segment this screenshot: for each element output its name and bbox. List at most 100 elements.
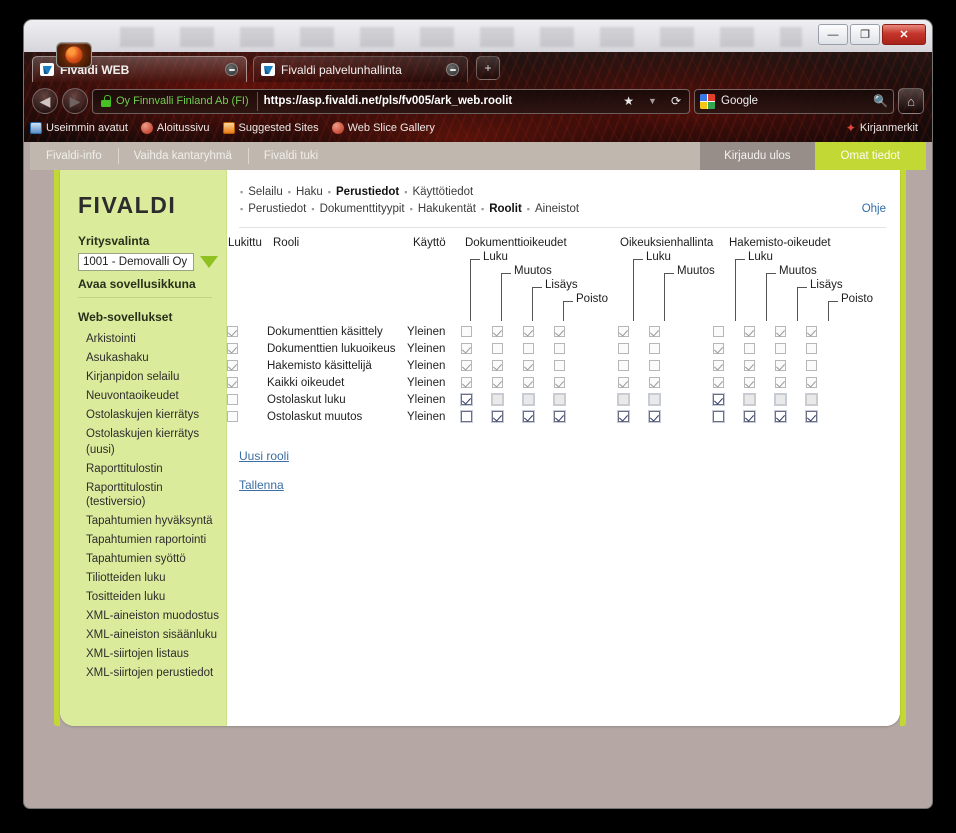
sidebar-item-tositteiden-luku[interactable]: Tositteiden luku bbox=[60, 588, 226, 607]
locked-checkbox[interactable] bbox=[227, 376, 238, 388]
dir-poisto-checkbox[interactable] bbox=[806, 410, 817, 422]
topnav-item-info[interactable]: Fivaldi-info bbox=[30, 142, 118, 170]
subnav-perustiedot[interactable]: Perustiedot bbox=[244, 201, 310, 218]
doc-poisto-checkbox[interactable] bbox=[554, 410, 565, 422]
profile-tab[interactable]: Omat tiedot bbox=[814, 142, 926, 170]
open-app-window-link[interactable]: Avaa sovellusikkuna bbox=[60, 277, 226, 297]
dir-muutos-checkbox[interactable] bbox=[744, 410, 755, 422]
rights-muutos-checkbox[interactable] bbox=[649, 393, 660, 405]
doc-luku-checkbox[interactable] bbox=[461, 393, 472, 405]
doc-luku-checkbox[interactable] bbox=[461, 342, 472, 354]
sidebar-item-ostolaskujen-kierratys-uusi[interactable]: Ostolaskujen kierrätys bbox=[60, 424, 226, 443]
topnav-item-support[interactable]: Fivaldi tuki bbox=[247, 142, 334, 170]
home-button[interactable]: ⌂ bbox=[898, 88, 924, 114]
maximize-button[interactable]: ❐ bbox=[850, 24, 880, 45]
dir-poisto-checkbox[interactable] bbox=[806, 376, 817, 388]
doc-muutos-checkbox[interactable] bbox=[492, 342, 503, 354]
rights-luku-checkbox[interactable] bbox=[618, 410, 629, 422]
dir-luku-checkbox[interactable] bbox=[713, 393, 724, 405]
bookmark-item[interactable]: Web Slice Gallery bbox=[331, 122, 435, 134]
sidebar-item-ostolaskujen-kierratys-uusi-cont[interactable]: (uusi) bbox=[60, 443, 226, 460]
breadcrumb-perustiedot[interactable]: Perustiedot bbox=[332, 184, 403, 201]
firefox-menu-button[interactable] bbox=[56, 42, 92, 68]
locked-checkbox[interactable] bbox=[227, 325, 238, 337]
dir-luku-checkbox[interactable] bbox=[713, 325, 724, 337]
sidebar-item-tapahtumien-syotto[interactable]: Tapahtumien syöttö bbox=[60, 550, 226, 569]
doc-poisto-checkbox[interactable] bbox=[554, 342, 565, 354]
subnav-roolit[interactable]: Roolit bbox=[485, 201, 526, 218]
rights-luku-checkbox[interactable] bbox=[618, 325, 629, 337]
doc-luku-checkbox[interactable] bbox=[461, 325, 472, 337]
doc-lisays-checkbox[interactable] bbox=[523, 359, 534, 371]
dir-lisays-checkbox[interactable] bbox=[775, 393, 786, 405]
sidebar-item-tiliotteiden-luku[interactable]: Tiliotteiden luku bbox=[60, 569, 226, 588]
doc-muutos-checkbox[interactable] bbox=[492, 359, 503, 371]
bookmarks-menu-button[interactable]: ✦ Kirjanmerkit bbox=[846, 121, 918, 135]
doc-luku-checkbox[interactable] bbox=[461, 359, 472, 371]
doc-luku-checkbox[interactable] bbox=[461, 376, 472, 388]
search-bar[interactable]: Google 🔍 bbox=[694, 88, 894, 114]
doc-muutos-checkbox[interactable] bbox=[492, 393, 503, 405]
dir-poisto-checkbox[interactable] bbox=[806, 359, 817, 371]
dir-lisays-checkbox[interactable] bbox=[775, 325, 786, 337]
dir-poisto-checkbox[interactable] bbox=[806, 393, 817, 405]
doc-lisays-checkbox[interactable] bbox=[523, 342, 534, 354]
dir-muutos-checkbox[interactable] bbox=[744, 342, 755, 354]
sidebar-item-xml-sisaanluku[interactable]: XML-aineiston sisäänluku bbox=[60, 626, 226, 645]
search-icon[interactable]: 🔍 bbox=[873, 94, 888, 108]
new-role-link[interactable]: Uusi rooli bbox=[239, 449, 289, 463]
rights-muutos-checkbox[interactable] bbox=[649, 325, 660, 337]
doc-poisto-checkbox[interactable] bbox=[554, 359, 565, 371]
dir-lisays-checkbox[interactable] bbox=[775, 359, 786, 371]
dir-luku-checkbox[interactable] bbox=[713, 376, 724, 388]
breadcrumb-selailu[interactable]: Selailu bbox=[244, 184, 287, 201]
company-select-value[interactable]: 1001 - Demovalli Oy bbox=[78, 253, 194, 271]
doc-poisto-checkbox[interactable] bbox=[554, 325, 565, 337]
dir-muutos-checkbox[interactable] bbox=[744, 376, 755, 388]
sidebar-item-raporttitulostin-testi[interactable]: Raporttitulostin (testiversio) bbox=[60, 479, 226, 512]
url-bar[interactable]: Oy Finnvalli Finland Ab (FI) https://asp… bbox=[92, 88, 690, 114]
doc-muutos-checkbox[interactable] bbox=[492, 376, 503, 388]
back-button[interactable]: ◀ bbox=[32, 88, 58, 114]
rights-muutos-checkbox[interactable] bbox=[649, 342, 660, 354]
rights-luku-checkbox[interactable] bbox=[618, 342, 629, 354]
breadcrumb-haku[interactable]: Haku bbox=[292, 184, 327, 201]
breadcrumb-kayttotiedot[interactable]: Käyttötiedot bbox=[408, 184, 477, 201]
dir-poisto-checkbox[interactable] bbox=[806, 325, 817, 337]
doc-lisays-checkbox[interactable] bbox=[523, 393, 534, 405]
reload-icon[interactable]: ⟳ bbox=[667, 94, 685, 108]
doc-muutos-checkbox[interactable] bbox=[492, 325, 503, 337]
chevron-down-icon[interactable]: ▼ bbox=[644, 96, 661, 106]
dir-poisto-checkbox[interactable] bbox=[806, 342, 817, 354]
sidebar-item-xml-perustiedot[interactable]: XML-siirtojen perustiedot bbox=[60, 664, 226, 683]
doc-lisays-checkbox[interactable] bbox=[523, 325, 534, 337]
doc-luku-checkbox[interactable] bbox=[461, 410, 472, 422]
subnav-aineistot[interactable]: Aineistot bbox=[531, 201, 583, 218]
sidebar-item-tapahtumien-hyvaksynta[interactable]: Tapahtumien hyväksyntä bbox=[60, 512, 226, 531]
locked-checkbox[interactable] bbox=[227, 410, 238, 422]
sidebar-item-tapahtumien-raportointi[interactable]: Tapahtumien raportointi bbox=[60, 531, 226, 550]
bookmark-item[interactable]: Suggested Sites bbox=[222, 122, 319, 134]
rights-muutos-checkbox[interactable] bbox=[649, 410, 660, 422]
sidebar-item-asukashaku[interactable]: Asukashaku bbox=[60, 348, 226, 367]
save-link[interactable]: Tallenna bbox=[239, 478, 289, 492]
dir-muutos-checkbox[interactable] bbox=[744, 325, 755, 337]
rights-muutos-checkbox[interactable] bbox=[649, 376, 660, 388]
tab-close-icon[interactable] bbox=[446, 63, 459, 76]
browser-tab-2[interactable]: Fivaldi palvelunhallinta bbox=[253, 56, 468, 82]
dir-lisays-checkbox[interactable] bbox=[775, 342, 786, 354]
subnav-hakukentat[interactable]: Hakukentät bbox=[414, 201, 480, 218]
company-selector[interactable]: 1001 - Demovalli Oy bbox=[60, 253, 226, 271]
dir-luku-checkbox[interactable] bbox=[713, 359, 724, 371]
doc-muutos-checkbox[interactable] bbox=[492, 410, 503, 422]
topnav-item-change-group[interactable]: Vaihda kantaryhmä bbox=[117, 142, 248, 170]
doc-lisays-checkbox[interactable] bbox=[523, 376, 534, 388]
bookmark-item[interactable]: Useimmin avatut bbox=[30, 122, 128, 134]
tab-close-icon[interactable] bbox=[225, 63, 238, 76]
locked-checkbox[interactable] bbox=[227, 359, 238, 371]
new-tab-button[interactable]: + bbox=[476, 56, 500, 80]
rights-luku-checkbox[interactable] bbox=[618, 359, 629, 371]
bookmark-item[interactable]: Aloitussivu bbox=[140, 122, 210, 134]
doc-poisto-checkbox[interactable] bbox=[554, 376, 565, 388]
dir-muutos-checkbox[interactable] bbox=[744, 393, 755, 405]
